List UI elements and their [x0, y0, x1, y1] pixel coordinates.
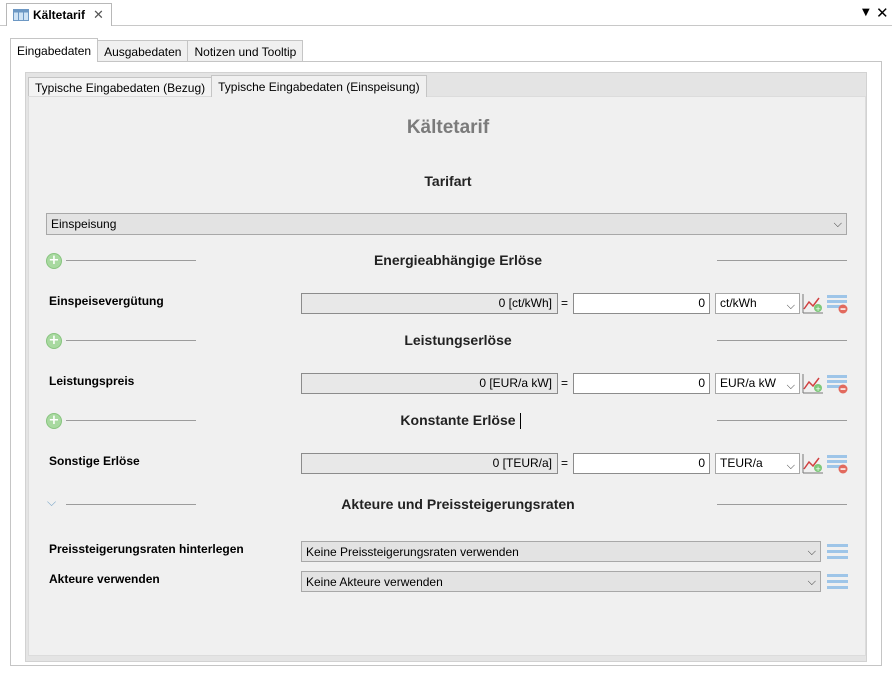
svg-text:+: +	[815, 385, 821, 393]
close-view-icon[interactable]: ✕	[876, 4, 889, 22]
outer-tab-area: Eingabedaten Ausgabedaten Notizen und To…	[10, 38, 882, 666]
chevron-down-icon: ⌵	[786, 379, 795, 392]
text-cursor	[520, 413, 521, 429]
chart-add-icon[interactable]: +	[802, 293, 824, 315]
divider	[717, 260, 847, 261]
tarifart-value: Einspeisung	[51, 217, 117, 231]
section-actors: ⌵ Akteure und Preissteigerungsraten	[29, 495, 867, 515]
section-power: + Leistungserlöse	[29, 331, 867, 351]
readonly-einspeiseverguetung: 0 [ct/kWh]	[301, 293, 558, 314]
add-icon[interactable]: +	[46, 413, 62, 429]
section-energy: + Energieabhängige Erlöse	[29, 251, 867, 271]
section-title-power: Leistungserlöse	[404, 332, 512, 348]
divider	[66, 504, 196, 505]
section-title-constant: Konstante Erlöse	[400, 412, 516, 428]
chevron-down-icon: ⌵	[786, 459, 795, 472]
outer-tabrow: Eingabedaten Ausgabedaten Notizen und To…	[10, 38, 304, 62]
form-content: Kältetarif Tarifart Einspeisung ⌵ + Ener…	[28, 96, 866, 656]
input-leistungspreis[interactable]: 0	[573, 373, 710, 394]
divider	[66, 260, 196, 261]
preissteigerungsraten-value: Keine Preissteigerungsraten verwenden	[306, 544, 519, 559]
equals-sign: =	[561, 376, 569, 390]
unit-select-leistungspreis[interactable]: EUR/a kW ⌵	[715, 373, 800, 394]
equals-sign: =	[561, 456, 569, 470]
divider	[66, 420, 196, 421]
chevron-down-icon: ⌵	[807, 545, 816, 558]
label-akteure: Akteure verwenden	[49, 572, 160, 586]
tab-einspeisung[interactable]: Typische Eingabedaten (Einspeisung)	[211, 75, 427, 97]
section-constant: + Konstante Erlöse	[29, 411, 867, 431]
akteure-value: Keine Akteure verwenden	[306, 574, 443, 589]
label-leistungspreis: Leistungspreis	[49, 374, 135, 388]
table-icon	[13, 9, 29, 21]
unit-select-einspeiseverguetung[interactable]: ct/kWh ⌵	[715, 293, 800, 314]
section-title-energy: Energieabhängige Erlöse	[373, 252, 543, 268]
page-title: Kältetarif	[406, 117, 490, 138]
tarifart-select[interactable]: Einspeisung ⌵	[46, 213, 847, 235]
unit-value: EUR/a kW	[720, 376, 777, 390]
svg-text:+: +	[815, 305, 821, 313]
divider	[66, 340, 196, 341]
divider	[717, 420, 847, 421]
outer-panel: Typische Eingabedaten (Bezug) Typische E…	[10, 61, 882, 666]
inner-tabrow: Typische Eingabedaten (Bezug) Typische E…	[28, 75, 427, 97]
list-icon[interactable]	[827, 543, 848, 561]
svg-text:+: +	[815, 465, 821, 473]
inner-tab-area: Typische Eingabedaten (Bezug) Typische E…	[25, 72, 867, 662]
equals-sign: =	[561, 296, 569, 310]
close-icon[interactable]: ✕	[93, 8, 104, 23]
label-sonstige-erloese: Sonstige Erlöse	[49, 454, 140, 468]
chevron-down-icon: ⌵	[833, 217, 842, 230]
chart-add-icon[interactable]: +	[802, 453, 824, 475]
label-einspeiseverguetung: Einspeisevergütung	[49, 294, 164, 308]
chevron-down-icon[interactable]: ⌵	[47, 495, 56, 510]
add-icon[interactable]: +	[46, 253, 62, 269]
chart-add-icon[interactable]: +	[802, 373, 824, 395]
tab-ausgabedaten[interactable]: Ausgabedaten	[97, 40, 189, 62]
readonly-sonstige-erloese: 0 [TEUR/a]	[301, 453, 558, 474]
input-einspeiseverguetung[interactable]: 0	[573, 293, 710, 314]
unit-value: ct/kWh	[720, 296, 757, 310]
readonly-leistungspreis: 0 [EUR/a kW]	[301, 373, 558, 394]
chevron-down-icon: ⌵	[807, 575, 816, 588]
list-remove-icon[interactable]	[826, 453, 848, 475]
add-icon[interactable]: +	[46, 333, 62, 349]
list-remove-icon[interactable]	[826, 293, 848, 315]
input-sonstige-erloese[interactable]: 0	[573, 453, 710, 474]
editor-tab-kaeltetarif[interactable]: Kältetarif ✕	[6, 3, 112, 26]
select-preissteigerungsraten[interactable]: Keine Preissteigerungsraten verwenden ⌵	[301, 541, 821, 562]
tab-notizen[interactable]: Notizen und Tooltip	[187, 40, 304, 62]
editor-tab-label: Kältetarif	[33, 8, 86, 22]
list-icon[interactable]	[827, 573, 848, 591]
label-preissteigerungsraten: Preissteigerungsraten hinterlegen	[49, 542, 244, 556]
select-akteure[interactable]: Keine Akteure verwenden ⌵	[301, 571, 821, 592]
section-title-actors: Akteure und Preissteigerungsraten	[341, 496, 575, 512]
view-menu-icon[interactable]: ▼	[862, 7, 870, 18]
list-remove-icon[interactable]	[826, 373, 848, 395]
tarifart-heading: Tarifart	[424, 173, 472, 189]
tab-eingabedaten[interactable]: Eingabedaten	[10, 38, 99, 62]
divider	[717, 504, 847, 505]
chevron-down-icon: ⌵	[786, 299, 795, 312]
divider	[717, 340, 847, 341]
unit-select-sonstige-erloese[interactable]: TEUR/a ⌵	[715, 453, 800, 474]
unit-value: TEUR/a	[720, 456, 763, 470]
editor-tabbar: Kältetarif ✕ ▼ ✕	[0, 0, 892, 26]
tab-bezug[interactable]: Typische Eingabedaten (Bezug)	[28, 77, 213, 97]
